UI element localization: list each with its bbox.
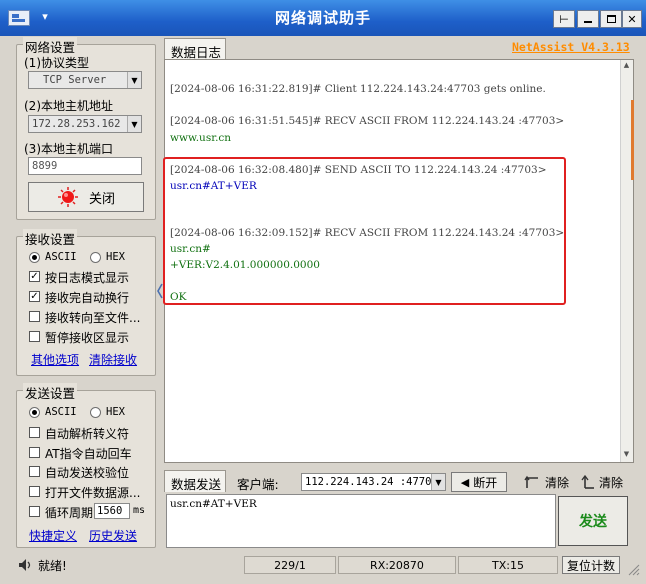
reset-count-button[interactable]: 复位计数 [562, 556, 620, 574]
file-source-checkbox[interactable] [29, 486, 40, 497]
speaker-icon [16, 556, 34, 574]
cycle-period-value: 1560 [97, 505, 123, 517]
return-icon [581, 474, 594, 489]
minimize-button[interactable] [577, 10, 599, 28]
chevron-down-icon: ▼ [127, 116, 141, 132]
protocol-select[interactable]: TCP Server ▼ [28, 71, 142, 89]
protocol-value: TCP Server [43, 74, 107, 86]
client-label: 客户端: [237, 477, 279, 492]
send-input-value: usr.cn#AT+VER [170, 498, 257, 510]
minimize-icon [584, 21, 592, 23]
host-value: 172.28.253.162 [32, 118, 121, 130]
reset-count-label: 复位计数 [566, 558, 615, 573]
highlight-box [163, 157, 566, 305]
scroll-thumb[interactable] [631, 100, 634, 180]
recv-hex-radio[interactable] [90, 252, 101, 263]
parse-escape-checkbox[interactable] [29, 427, 40, 438]
send-button-label: 发送 [579, 514, 607, 530]
send-hex-label: HEX [106, 406, 125, 418]
close-connection-button[interactable]: 关闭 [28, 182, 144, 212]
clear-counter-label: 清除 [599, 475, 624, 490]
pin-icon: ⊢ [559, 12, 569, 26]
host-label: (2)本地主机地址 [24, 99, 113, 113]
clear-receive-link[interactable]: 清除接收 [89, 351, 137, 368]
recv-to-file-label: 接收转向至文件... [45, 311, 141, 325]
send-settings-title: 发送设置 [23, 383, 78, 402]
auto-checksum-label: 自动发送校验位 [45, 466, 130, 480]
parse-escape-label: 自动解析转义符 [45, 427, 130, 441]
arrow-left-icon: ◀ [460, 475, 470, 489]
pause-display-label: 暂停接收区显示 [45, 331, 130, 345]
send-button[interactable]: 发送 [558, 496, 628, 546]
tab-data-log[interactable]: 数据日志 [164, 38, 226, 60]
cycle-unit: ms [133, 505, 146, 516]
protocol-label: (1)协议类型 [24, 56, 89, 70]
shortcut-define-link[interactable]: 快捷定义 [29, 527, 77, 544]
file-source-label: 打开文件数据源... [45, 486, 141, 500]
log-entry-header: [2024-08-06 16:31:22.819]# Client 112.22… [170, 83, 546, 95]
port-label: (3)本地主机端口 [24, 142, 113, 156]
close-button[interactable]: ✕ [622, 10, 642, 28]
status-count: 229/1 [244, 556, 336, 574]
recv-ascii-radio[interactable] [29, 252, 40, 263]
disconnect-button[interactable]: ◀ 断开 [451, 472, 507, 492]
pin-button[interactable]: ⊢ [553, 10, 575, 28]
log-mode-label: 按日志模式显示 [45, 271, 130, 285]
recv-hex-label: HEX [106, 251, 125, 263]
log-entry-header: [2024-08-06 16:31:51.545]# RECV ASCII FR… [170, 115, 565, 127]
port-value: 8899 [32, 160, 58, 172]
cycle-checkbox[interactable] [29, 506, 40, 517]
maximize-icon [606, 15, 616, 23]
chevron-down-icon: ▼ [127, 72, 141, 88]
recv-to-file-checkbox[interactable] [29, 311, 40, 322]
close-icon: ✕ [627, 12, 637, 26]
send-ascii-radio[interactable] [29, 407, 40, 418]
auto-checksum-checkbox[interactable] [29, 466, 40, 477]
auto-newline-label: 接收完自动换行 [45, 291, 130, 305]
connection-status-icon [57, 187, 78, 207]
at-auto-return-checkbox[interactable] [29, 447, 40, 458]
receive-settings-title: 接收设置 [23, 229, 78, 248]
status-text: 就绪! [38, 559, 67, 573]
scroll-up-icon[interactable]: ▲ [621, 61, 632, 72]
pause-display-checkbox[interactable] [29, 331, 40, 342]
undo-icon [524, 475, 538, 488]
clear-counter-button[interactable]: 清除 [580, 472, 630, 492]
window-title: 网络调试助手 [274, 9, 371, 27]
more-options-link[interactable]: 其他选项 [31, 351, 79, 368]
log-entry-body: www.usr.cn [170, 132, 232, 144]
send-input[interactable]: usr.cn#AT+VER [166, 494, 556, 548]
tab-data-send-label: 数据发送 [171, 477, 222, 492]
status-tx: TX:15 [458, 556, 558, 574]
client-select[interactable]: 112.224.143.24 :47703 ▼ [301, 473, 446, 491]
cycle-period-input[interactable]: 1560 [94, 503, 130, 519]
scroll-down-icon[interactable]: ▼ [621, 450, 632, 461]
host-select[interactable]: 172.28.253.162 ▼ [28, 115, 142, 133]
status-tx-value: TX:15 [492, 558, 524, 572]
status-rx-value: RX:20870 [370, 558, 424, 572]
resize-grip-icon[interactable] [626, 562, 640, 576]
cycle-label: 循环周期 [45, 506, 94, 520]
status-rx: RX:20870 [338, 556, 456, 574]
version-link[interactable]: NetAssist V4.3.13 [512, 40, 630, 54]
chevron-down-icon: ▼ [431, 474, 445, 490]
maximize-button[interactable] [600, 10, 622, 28]
log-mode-checkbox[interactable]: ✓ [29, 271, 40, 282]
clear-send-button[interactable]: 清除 [524, 472, 574, 492]
port-input[interactable]: 8899 [28, 157, 142, 175]
send-history-link[interactable]: 历史发送 [89, 527, 137, 544]
status-count-value: 229/1 [274, 558, 306, 572]
disconnect-label: 断开 [473, 475, 498, 490]
send-hex-radio[interactable] [90, 407, 101, 418]
close-connection-label: 关闭 [88, 191, 115, 207]
client-value: 112.224.143.24 :47703 [305, 476, 431, 488]
clear-send-label: 清除 [545, 475, 570, 490]
recv-ascii-label: ASCII [45, 251, 77, 263]
send-ascii-label: ASCII [45, 406, 77, 418]
auto-newline-checkbox[interactable]: ✓ [29, 291, 40, 302]
tab-data-send[interactable]: 数据发送 [164, 470, 226, 492]
at-auto-return-label: AT指令自动回车 [45, 447, 132, 461]
